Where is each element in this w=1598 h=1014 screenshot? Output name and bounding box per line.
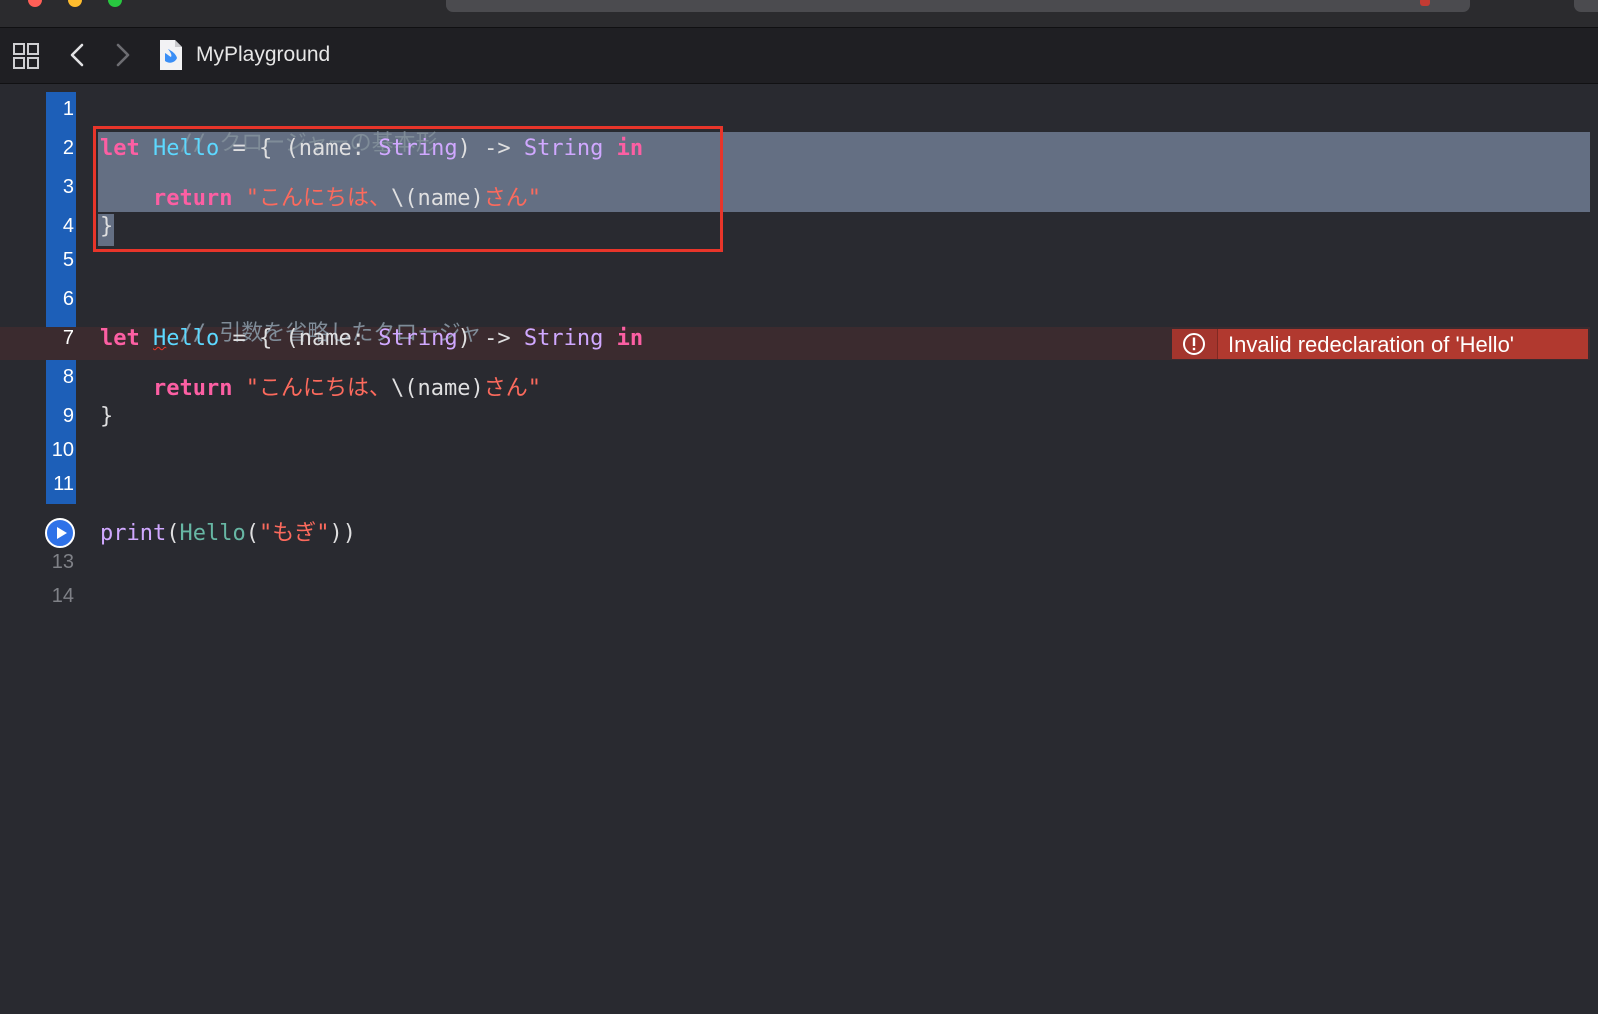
keyword-in: in <box>616 326 644 351</box>
string-literal: さん" <box>483 376 541 401</box>
code-brace: } <box>100 404 114 429</box>
string-literal: "もぎ" <box>258 521 330 546</box>
issue-indicator-icon[interactable] <box>1420 0 1430 6</box>
chevron-left-icon[interactable] <box>66 40 90 70</box>
code-punct: = { (name: <box>219 326 379 351</box>
line-number[interactable]: 10 <box>40 439 74 462</box>
line-number[interactable]: 3 <box>40 176 74 199</box>
type-string: String <box>378 326 458 351</box>
function-print: print <box>100 521 167 546</box>
breadcrumb-file-name[interactable]: MyPlayground <box>196 43 330 67</box>
identifier-hello: ello <box>166 326 220 351</box>
play-icon <box>57 527 67 539</box>
code-punct: ) -> <box>457 326 524 351</box>
run-to-line-button[interactable] <box>45 518 75 548</box>
line-number[interactable]: 5 <box>40 249 74 272</box>
keyword-return: return <box>152 376 233 401</box>
error-icon-container[interactable] <box>1172 329 1218 359</box>
identifier-hello-error: H <box>153 326 167 351</box>
line-number[interactable]: 6 <box>40 288 74 311</box>
code-punct: ( <box>166 521 180 546</box>
related-items-grid-icon[interactable] <box>12 42 40 70</box>
line-number[interactable]: 1 <box>40 98 74 121</box>
line-number[interactable]: 9 <box>40 405 74 428</box>
error-exclamation-icon <box>1183 333 1205 355</box>
source-editor[interactable]: 1 2 3 4 5 6 7 8 9 10 11 13 14 // クロージャーの… <box>0 84 1598 1014</box>
chevron-right-icon[interactable] <box>110 40 134 70</box>
line-number[interactable]: 11 <box>40 473 74 496</box>
line-number[interactable]: 14 <box>40 585 74 608</box>
code-line-12[interactable]: print(Hello("もぎ")) <box>100 515 356 547</box>
code-line-9[interactable]: } <box>100 404 113 429</box>
line-number[interactable]: 13 <box>40 551 74 574</box>
call-hello: Hello <box>179 521 246 546</box>
toolbar-stub <box>1574 0 1598 12</box>
title-bar <box>0 0 1598 28</box>
error-message: Invalid redeclaration of 'Hello' <box>1228 332 1514 357</box>
zoom-window-button[interactable] <box>108 0 122 7</box>
code-punct: )) <box>329 521 356 546</box>
type-string: String <box>523 326 604 351</box>
playground-file-icon <box>160 40 182 70</box>
string-literal: "こんにちは、 <box>232 376 391 401</box>
xcode-window: MyPlayground 1 2 3 4 5 6 7 8 9 10 11 13 … <box>0 0 1598 1014</box>
string-interpolation: \(name) <box>390 376 484 401</box>
code-line-8[interactable]: return "こんにちは、\(name)さん" <box>100 370 541 402</box>
jump-bar: MyPlayground <box>0 28 1598 84</box>
line-number[interactable]: 4 <box>40 215 74 238</box>
line-number[interactable]: 2 <box>40 137 74 160</box>
error-annotation-badge[interactable]: Invalid redeclaration of 'Hello' <box>1172 329 1588 359</box>
line-number[interactable]: 7 <box>40 327 74 350</box>
annotation-highlight-box <box>93 126 723 252</box>
activity-viewer <box>446 0 1470 12</box>
close-window-button[interactable] <box>28 0 42 7</box>
minimize-window-button[interactable] <box>68 0 82 7</box>
keyword-let: let <box>100 326 140 351</box>
code-punct: ( <box>245 521 259 546</box>
line-number[interactable]: 8 <box>40 366 74 389</box>
code-line-7[interactable]: let Hello = { (name: String) -> String i… <box>100 326 643 351</box>
